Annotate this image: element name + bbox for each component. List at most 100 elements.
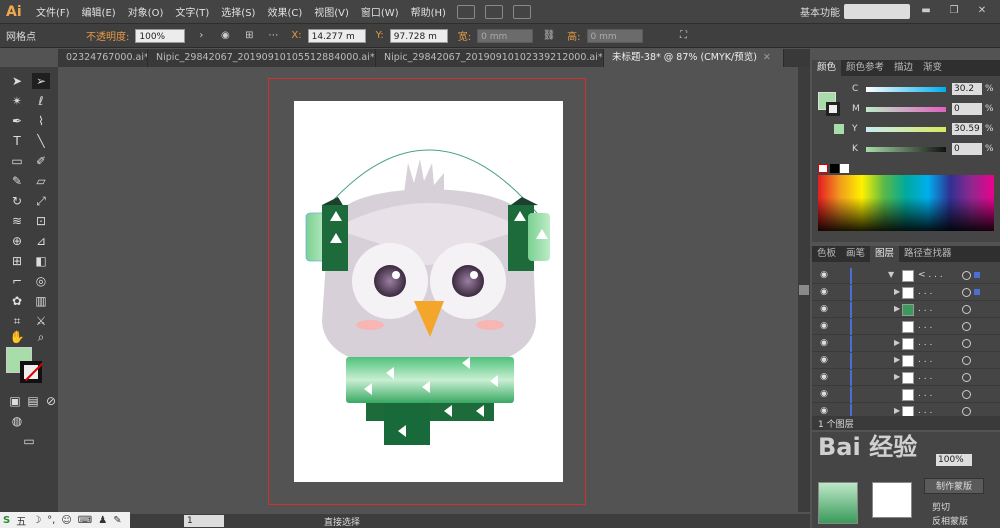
gradient-mode-icon[interactable]: ▤: [24, 393, 42, 409]
tab-gradient[interactable]: 渐变: [918, 60, 947, 76]
maximize-icon[interactable]: ❐: [948, 5, 960, 17]
eye-icon[interactable]: ◉: [818, 372, 830, 383]
target-icon[interactable]: [962, 305, 971, 314]
stroke-color-swatch[interactable]: [20, 361, 42, 383]
layer-row[interactable]: ◉ ▶ . . .: [812, 302, 1000, 318]
magic-wand-icon[interactable]: ✴: [8, 93, 26, 109]
expand-arrow-icon[interactable]: ▶: [894, 406, 900, 415]
target-icon[interactable]: [962, 288, 971, 297]
close-icon[interactable]: ✕: [976, 5, 988, 17]
eye-icon[interactable]: ◉: [818, 389, 830, 400]
layer-row[interactable]: ◉ . . .: [812, 387, 1000, 403]
cyan-slider[interactable]: [866, 87, 946, 92]
canvas-area[interactable]: [58, 67, 798, 512]
yellow-slider[interactable]: [866, 127, 946, 132]
target-icon[interactable]: [962, 373, 971, 382]
draw-mode-icon[interactable]: ◍: [8, 413, 26, 429]
hand-tool-icon[interactable]: ✋: [8, 329, 26, 345]
ime-tools-icon[interactable]: ✎: [113, 515, 121, 526]
mesh-tool-icon[interactable]: ⊞: [8, 253, 26, 269]
mask-thumbnail-2[interactable]: [872, 482, 912, 518]
layer-row[interactable]: ◉ . . .: [812, 319, 1000, 335]
color-spectrum[interactable]: [818, 175, 994, 231]
mask-thumbnail[interactable]: [818, 482, 858, 524]
zoom-tool-icon[interactable]: ⌕: [32, 329, 50, 345]
black-swatch[interactable]: [830, 164, 839, 173]
pen-tool-icon[interactable]: ✒: [8, 113, 26, 129]
tab-stroke[interactable]: 描边: [889, 60, 918, 76]
expand-arrow-icon[interactable]: ▼: [888, 270, 894, 279]
ime-keyboard-icon[interactable]: ⌨: [78, 515, 92, 526]
selection-indicator[interactable]: [974, 289, 980, 295]
minimize-icon[interactable]: ▬: [920, 5, 932, 17]
layer-name[interactable]: . . .: [918, 338, 958, 348]
close-icon[interactable]: ✕: [763, 52, 771, 63]
yellow-value[interactable]: 30.59: [952, 123, 982, 135]
clip-checkbox[interactable]: 剪切: [932, 500, 950, 513]
eye-icon[interactable]: ◉: [818, 321, 830, 332]
x-input[interactable]: 14.277 m: [307, 28, 366, 43]
none-swatch[interactable]: [818, 164, 828, 173]
lasso-icon[interactable]: ℓ: [32, 93, 50, 109]
artboard[interactable]: [294, 101, 563, 482]
symbol-sprayer-icon[interactable]: ✿: [8, 293, 26, 309]
target-icon[interactable]: [962, 339, 971, 348]
direct-selection-tool-icon[interactable]: ➢: [32, 73, 50, 89]
selection-tool-icon[interactable]: ➤: [8, 73, 26, 89]
target-icon[interactable]: [962, 322, 971, 331]
magenta-value[interactable]: 0: [952, 103, 982, 115]
target-icon[interactable]: [962, 271, 971, 280]
target-icon[interactable]: [962, 356, 971, 365]
graph-tool-icon[interactable]: ▥: [32, 293, 50, 309]
free-transform-icon[interactable]: ⊡: [32, 213, 50, 229]
opacity-label[interactable]: 不透明度:: [86, 28, 129, 43]
workspace-switcher[interactable]: 基本功能: [800, 4, 840, 19]
expand-arrow-icon[interactable]: ▶: [894, 304, 900, 313]
cyan-value[interactable]: 30.2: [952, 83, 982, 95]
perspective-grid-icon[interactable]: ⊿: [32, 233, 50, 249]
menu-edit[interactable]: 编辑(E): [76, 4, 122, 19]
type-tool-icon[interactable]: T: [8, 133, 26, 149]
menu-file[interactable]: 文件(F): [30, 4, 76, 19]
gradient-tool-icon[interactable]: ◧: [32, 253, 50, 269]
layer-name[interactable]: . . .: [918, 406, 958, 416]
search-input[interactable]: [844, 4, 910, 19]
eye-icon[interactable]: ◉: [818, 287, 830, 298]
target-icon[interactable]: [962, 390, 971, 399]
layer-row[interactable]: ◉ ▶ . . .: [812, 370, 1000, 386]
shape-builder-icon[interactable]: ⊕: [8, 233, 26, 249]
layer-name[interactable]: . . .: [918, 287, 958, 297]
make-mask-button[interactable]: 制作蒙版: [924, 478, 984, 494]
magenta-slider[interactable]: [866, 107, 946, 112]
ime-skin-icon[interactable]: ♟: [98, 515, 107, 526]
slice-tool-icon[interactable]: ⚔: [32, 313, 50, 329]
opacity-input[interactable]: 100%: [135, 28, 186, 43]
gpu-performance-icon[interactable]: [512, 4, 531, 19]
tab-brushes[interactable]: 画笔: [841, 246, 870, 262]
layer-name[interactable]: . . .: [918, 355, 958, 365]
tab-doc-3[interactable]: Nipic_29842067_20190910102339212000.ai*✕: [376, 49, 604, 67]
status-tool-label[interactable]: 直接选择: [324, 515, 360, 528]
eraser-tool-icon[interactable]: ▱: [32, 173, 50, 189]
selection-indicator[interactable]: [974, 272, 980, 278]
menu-object[interactable]: 对象(O): [122, 4, 170, 19]
chevron-right-icon[interactable]: ›: [194, 29, 208, 43]
tab-color-guide[interactable]: 颜色参考: [841, 60, 889, 76]
layer-name[interactable]: . . .: [918, 304, 958, 314]
tab-doc-1[interactable]: 02324767000.ai*: [58, 49, 148, 67]
invert-mask-checkbox[interactable]: 反相蒙版: [932, 514, 968, 527]
expand-arrow-icon[interactable]: ▶: [894, 338, 900, 347]
expand-arrow-icon[interactable]: ▶: [894, 355, 900, 364]
line-tool-icon[interactable]: ╲: [32, 133, 50, 149]
height-input[interactable]: 0 mm: [586, 28, 643, 43]
color-mode-icon[interactable]: ▣: [6, 393, 24, 409]
artboard-nav-input[interactable]: 1: [184, 515, 224, 527]
eyedropper-icon[interactable]: ⌐: [8, 273, 26, 289]
blend-tool-icon[interactable]: ◎: [32, 273, 50, 289]
tab-swatches[interactable]: 色板: [812, 246, 841, 262]
rectangle-tool-icon[interactable]: ▭: [8, 153, 26, 169]
layer-row[interactable]: ◉ ▶ . . .: [812, 285, 1000, 301]
tab-layers[interactable]: 图层: [870, 246, 900, 262]
ime-logo-icon[interactable]: S: [3, 515, 10, 526]
screen-mode-icon[interactable]: ▭: [20, 433, 38, 449]
